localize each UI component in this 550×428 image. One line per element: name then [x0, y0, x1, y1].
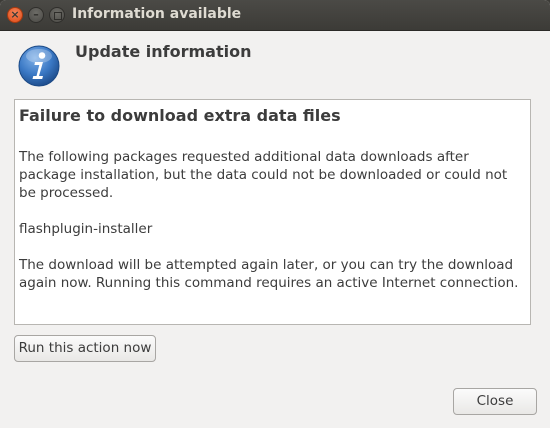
title-bar[interactable]: × – Information available	[0, 0, 550, 31]
message-panel: Failure to download extra data files The…	[14, 99, 531, 325]
message-paragraph: The following packages requested additio…	[19, 149, 508, 201]
window-title: Information available	[72, 6, 242, 22]
run-action-button[interactable]: Run this action now	[14, 335, 156, 362]
close-button[interactable]: Close	[453, 388, 537, 415]
info-icon	[18, 45, 60, 87]
minimize-window-icon[interactable]: –	[28, 7, 44, 23]
message-paragraph: The download will be attempted again lat…	[19, 257, 519, 291]
dialog-window: × – Information available Update informa…	[0, 0, 550, 428]
message-title: Failure to download extra data files	[19, 106, 341, 125]
maximize-window-icon[interactable]	[49, 7, 65, 23]
dialog-heading: Update information	[75, 42, 252, 61]
close-window-icon[interactable]: ×	[7, 7, 23, 23]
package-name: flashplugin-installer	[19, 221, 153, 237]
